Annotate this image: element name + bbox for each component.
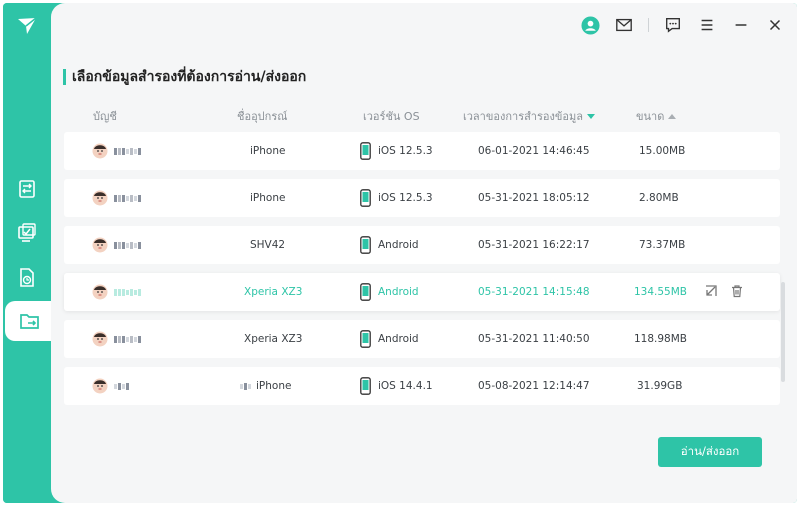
account-name-redacted	[114, 382, 129, 390]
device-name: Xperia XZ3	[244, 333, 303, 345]
read-export-button[interactable]: อ่าน/ส่งออก	[658, 437, 762, 467]
page-title-block: เลือกข้อมูลสำรองที่ต้องการอ่าน/ส่งออก	[63, 66, 306, 88]
app-window: เลือกข้อมูลสำรองที่ต้องการอ่าน/ส่งออก บั…	[3, 3, 797, 503]
account-cell	[92, 273, 141, 311]
account-name-redacted	[114, 194, 141, 202]
account-name-redacted	[114, 241, 141, 249]
table-row[interactable]: iPhone iOS 12.5.3 05-31-2021 18:05:12 2.…	[64, 179, 780, 217]
account-cell	[92, 320, 141, 358]
app-logo-icon	[16, 15, 38, 37]
title-bar-controls	[580, 15, 785, 35]
column-header-device: ชื่ออุปกรณ์	[237, 110, 288, 123]
account-cell	[92, 226, 141, 264]
sort-ascending-icon	[668, 113, 677, 119]
delete-trash-icon[interactable]	[730, 284, 744, 298]
device-cell: iPhone	[240, 367, 291, 405]
account-name-redacted	[114, 335, 141, 343]
backup-time: 06-01-2021 14:46:45	[478, 145, 590, 157]
avatar-icon	[92, 284, 108, 300]
backup-size: 31.99GB	[637, 380, 683, 392]
backup-time: 05-31-2021 14:15:48	[478, 286, 590, 298]
transfer-doc-icon	[19, 180, 35, 198]
os-cell: Android	[360, 320, 419, 358]
mail-icon[interactable]	[614, 15, 634, 35]
os-cell: iOS 12.5.3	[360, 179, 433, 217]
column-header-size[interactable]: ขนาด	[636, 107, 677, 125]
feedback-icon[interactable]	[663, 15, 683, 35]
main-panel: เลือกข้อมูลสำรองที่ต้องการอ่าน/ส่งออก บั…	[51, 3, 797, 503]
account-name-redacted	[114, 288, 141, 296]
os-cell: iOS 14.4.1	[360, 367, 433, 405]
os-version: iOS 14.4.1	[378, 380, 433, 392]
device-name: iPhone	[250, 192, 286, 204]
folder-export-icon	[20, 314, 39, 329]
sort-descending-icon	[587, 113, 595, 119]
avatar-icon	[92, 143, 108, 159]
os-version: iOS 12.5.3	[378, 145, 433, 157]
os-cell: Android	[360, 273, 419, 311]
table-header: บัญชี ชื่ออุปกรณ์ เวอร์ชัน OS เวลาของการ…	[65, 103, 781, 127]
os-version: Android	[378, 333, 419, 345]
user-account-icon[interactable]	[580, 15, 600, 35]
os-version: iOS 12.5.3	[378, 192, 433, 204]
column-header-time[interactable]: เวลาของการสำรองข้อมูล	[463, 107, 595, 125]
backup-size: 134.55MB	[634, 286, 688, 298]
table-row[interactable]: Xperia XZ3 Android 05-31-2021 11:40:50 1…	[64, 320, 780, 358]
title-bar-divider	[648, 18, 649, 32]
phone-icon	[360, 236, 371, 254]
os-version: Android	[378, 286, 419, 298]
device-name: iPhone	[256, 380, 292, 392]
row-actions	[704, 284, 744, 298]
backup-size: 73.37MB	[639, 239, 686, 251]
table-row[interactable]: SHV42 Android 05-31-2021 16:22:17 73.37M…	[64, 226, 780, 264]
account-cell	[92, 179, 141, 217]
device-name: iPhone	[250, 145, 286, 157]
sidebar-item-export[interactable]	[5, 301, 55, 341]
backup-time: 05-08-2021 12:14:47	[478, 380, 590, 392]
open-backup-icon[interactable]	[704, 284, 718, 298]
avatar-icon	[92, 378, 108, 394]
sidebar-item-transfer[interactable]	[3, 169, 51, 209]
scrollbar[interactable]	[781, 132, 785, 412]
avatar-icon	[92, 331, 108, 347]
sidebar	[3, 3, 55, 503]
recover-file-icon	[20, 268, 34, 287]
os-version: Android	[378, 239, 419, 251]
table-row[interactable]: iPhone iOS 12.5.3 06-01-2021 14:46:45 15…	[64, 132, 780, 170]
device-check-icon	[18, 223, 36, 242]
device-name: SHV42	[250, 239, 286, 251]
os-cell: iOS 12.5.3	[360, 132, 433, 170]
device-name: Xperia XZ3	[244, 286, 303, 298]
sidebar-item-recover[interactable]	[3, 258, 51, 298]
backup-size: 2.80MB	[639, 192, 679, 204]
avatar-icon	[92, 190, 108, 206]
phone-icon	[360, 189, 371, 207]
account-name-redacted	[114, 147, 141, 155]
menu-icon[interactable]	[697, 15, 717, 35]
backup-size: 118.98MB	[634, 333, 688, 345]
table-row[interactable]: iPhone iOS 14.4.1 05-08-2021 12:14:47 31…	[64, 367, 780, 405]
backup-time: 05-31-2021 16:22:17	[478, 239, 590, 251]
column-header-account: บัญชี	[93, 110, 117, 123]
backup-size: 15.00MB	[639, 145, 686, 157]
device-name-redacted	[240, 382, 251, 390]
minimize-icon[interactable]	[731, 15, 751, 35]
account-cell	[92, 367, 129, 405]
backup-time: 05-31-2021 11:40:50	[478, 333, 590, 345]
os-cell: Android	[360, 226, 419, 264]
phone-icon	[360, 283, 371, 301]
table-row-selected[interactable]: Xperia XZ3 Android 05-31-2021 14:15:48 1…	[64, 273, 780, 311]
account-cell	[92, 132, 141, 170]
phone-icon	[360, 330, 371, 348]
sidebar-item-device[interactable]	[3, 213, 51, 253]
phone-icon	[360, 377, 371, 395]
backup-time: 05-31-2021 18:05:12	[478, 192, 590, 204]
page-title: เลือกข้อมูลสำรองที่ต้องการอ่าน/ส่งออก	[72, 69, 307, 85]
scrollbar-thumb[interactable]	[781, 282, 785, 382]
title-accent-bar	[63, 69, 66, 85]
avatar-icon	[92, 237, 108, 253]
column-header-os: เวอร์ชัน OS	[363, 110, 420, 123]
close-icon[interactable]	[765, 15, 785, 35]
phone-icon	[360, 142, 371, 160]
